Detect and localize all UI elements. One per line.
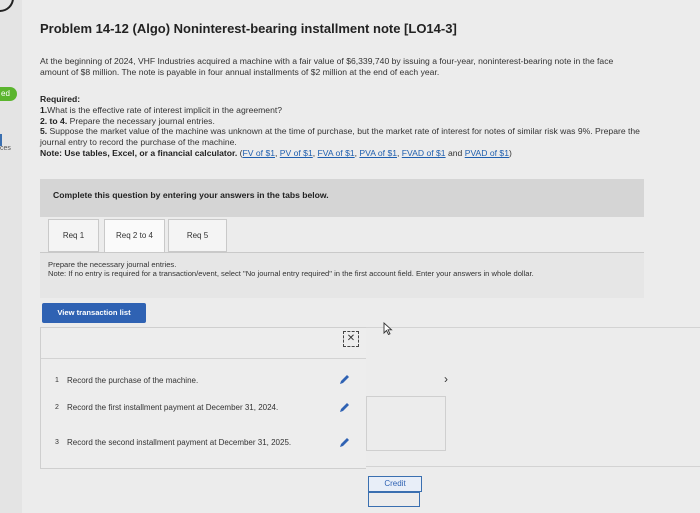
required-item-1: 1.What is the effective rate of interest… <box>40 105 650 116</box>
instructions-panel: Prepare the necessary journal entries. N… <box>40 252 644 298</box>
list-item[interactable]: 2 Record the first installment payment at… <box>55 403 307 413</box>
edit-pencil-icon[interactable] <box>338 437 350 449</box>
mouse-cursor-icon <box>383 322 393 335</box>
required-item-5: 5. Suppose the market value of the machi… <box>40 126 650 148</box>
divider <box>366 327 700 328</box>
link-pva-of-1[interactable]: PVA of $1 <box>359 148 397 158</box>
page: ed ces Problem 14-12 (Algo) Noninterest-… <box>0 0 700 513</box>
required-section: Required: 1.What is the effective rate o… <box>40 94 650 159</box>
instruction-text: Complete this question by entering your … <box>53 190 329 200</box>
close-icon[interactable]: ✕ <box>343 331 359 347</box>
list-item-number: 1 <box>55 377 59 384</box>
view-transaction-list-button[interactable]: View transaction list <box>42 303 146 323</box>
link-fva-of-1[interactable]: FVA of $1 <box>318 148 355 158</box>
instructions-text: Prepare the necessary journal entries. N… <box>48 260 638 279</box>
required-item-5-text: Suppose the market value of the machine … <box>40 126 640 148</box>
chevron-right-icon[interactable]: › <box>444 372 448 386</box>
list-item[interactable]: 3 Record the second installment payment a… <box>55 438 307 448</box>
credit-column-header[interactable]: Credit <box>368 476 422 492</box>
left-navigation-strip: ed ces <box>0 0 22 513</box>
list-item-number: 2 <box>55 404 59 411</box>
entry-preview-box <box>366 396 446 451</box>
note-label: Note: Use tables, Excel, or a financial … <box>40 147 238 158</box>
divider <box>366 466 700 467</box>
link-fvad-of-1[interactable]: FVAD of $1 <box>402 148 446 158</box>
link-pvad-of-1[interactable]: PVAD of $1 <box>465 148 509 158</box>
sidebar-text: ces <box>0 145 11 152</box>
list-item-text: Record the first installment payment at … <box>67 403 279 412</box>
required-item-2-text: Prepare the necessary journal entries. <box>67 115 215 126</box>
problem-title: Problem 14-12 (Algo) Noninterest-bearing… <box>40 21 457 36</box>
link-fv-of-1[interactable]: FV of $1 <box>243 148 275 158</box>
back-arc-icon[interactable] <box>0 0 14 12</box>
link-pv-of-1[interactable]: PV of $1 <box>280 148 313 158</box>
tab-req-5[interactable]: Req 5 <box>168 219 227 252</box>
instructions-line-1: Prepare the necessary journal entries. <box>48 260 177 269</box>
required-item-2: 2. to 4. Prepare the necessary journal e… <box>40 116 650 127</box>
instruction-bar: Complete this question by entering your … <box>40 179 644 217</box>
required-item-1-text: What is the effective rate of interest i… <box>47 104 283 115</box>
credit-input[interactable] <box>368 491 420 507</box>
transaction-list-header <box>41 328 367 359</box>
problem-intro: At the beginning of 2024, VHF Industries… <box>40 56 614 77</box>
list-item-text: Record the purchase of the machine. <box>67 376 199 385</box>
tab-req-2-to-4[interactable]: Req 2 to 4 <box>104 219 165 254</box>
list-item-number: 3 <box>55 439 59 446</box>
list-item-text: Record the second installment payment at… <box>67 438 292 447</box>
required-heading: Required: <box>40 94 81 104</box>
required-item-2-number: 2. to 4. <box>40 115 68 126</box>
edit-pencil-icon[interactable] <box>338 402 350 414</box>
sidebar-status-tab[interactable]: ed <box>0 87 17 101</box>
required-note: Note: Use tables, Excel, or a financial … <box>40 147 512 158</box>
tab-req-1[interactable]: Req 1 <box>48 219 99 252</box>
instructions-line-2: Note: If no entry is required for a tran… <box>48 269 534 279</box>
and-text: and <box>447 147 463 158</box>
list-item[interactable]: 1 Record the purchase of the machine. <box>55 376 307 386</box>
edit-pencil-icon[interactable] <box>338 374 350 386</box>
